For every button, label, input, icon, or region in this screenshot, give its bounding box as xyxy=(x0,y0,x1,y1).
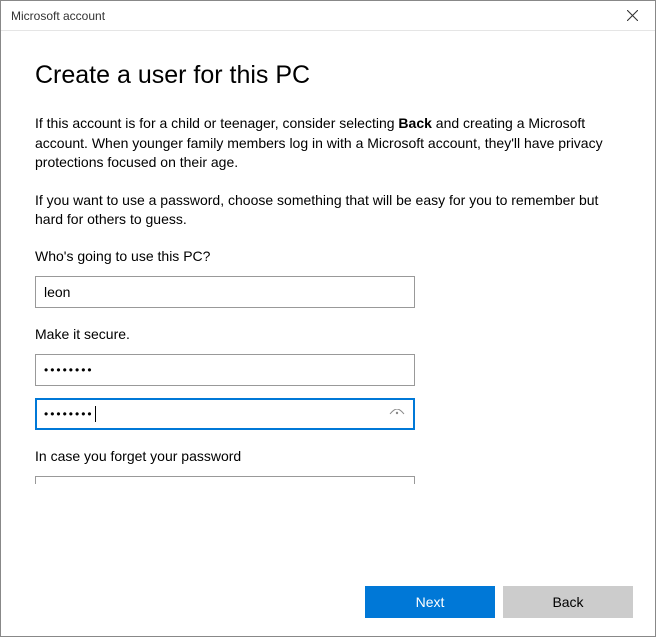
window-title: Microsoft account xyxy=(11,9,105,23)
footer-buttons: Next Back xyxy=(365,586,633,618)
text-cursor xyxy=(95,406,96,422)
username-input[interactable] xyxy=(44,284,406,300)
confirm-password-field[interactable]: •••••••• xyxy=(35,398,415,430)
password-value: •••••••• xyxy=(44,363,94,377)
page-title: Create a user for this PC xyxy=(35,61,621,90)
back-button[interactable]: Back xyxy=(503,586,633,618)
confirm-password-value: •••••••• xyxy=(44,407,94,421)
intro-paragraph-2: If you want to use a password, choose so… xyxy=(35,191,615,230)
titlebar: Microsoft account xyxy=(1,1,655,31)
bold-back: Back xyxy=(398,115,431,131)
forgot-label: In case you forget your password xyxy=(35,448,621,464)
text: If this account is for a child or teenag… xyxy=(35,115,398,131)
reveal-password-icon[interactable] xyxy=(389,406,405,422)
secure-label: Make it secure. xyxy=(35,326,621,342)
main-content: Create a user for this PC If this accoun… xyxy=(1,31,655,484)
username-field[interactable] xyxy=(35,276,415,308)
close-button[interactable] xyxy=(610,1,655,31)
intro-paragraph-1: If this account is for a child or teenag… xyxy=(35,114,615,173)
username-label: Who's going to use this PC? xyxy=(35,248,621,264)
hint-field-partial[interactable] xyxy=(35,476,415,484)
next-button[interactable]: Next xyxy=(365,586,495,618)
close-icon xyxy=(627,10,638,21)
password-field[interactable]: •••••••• xyxy=(35,354,415,386)
